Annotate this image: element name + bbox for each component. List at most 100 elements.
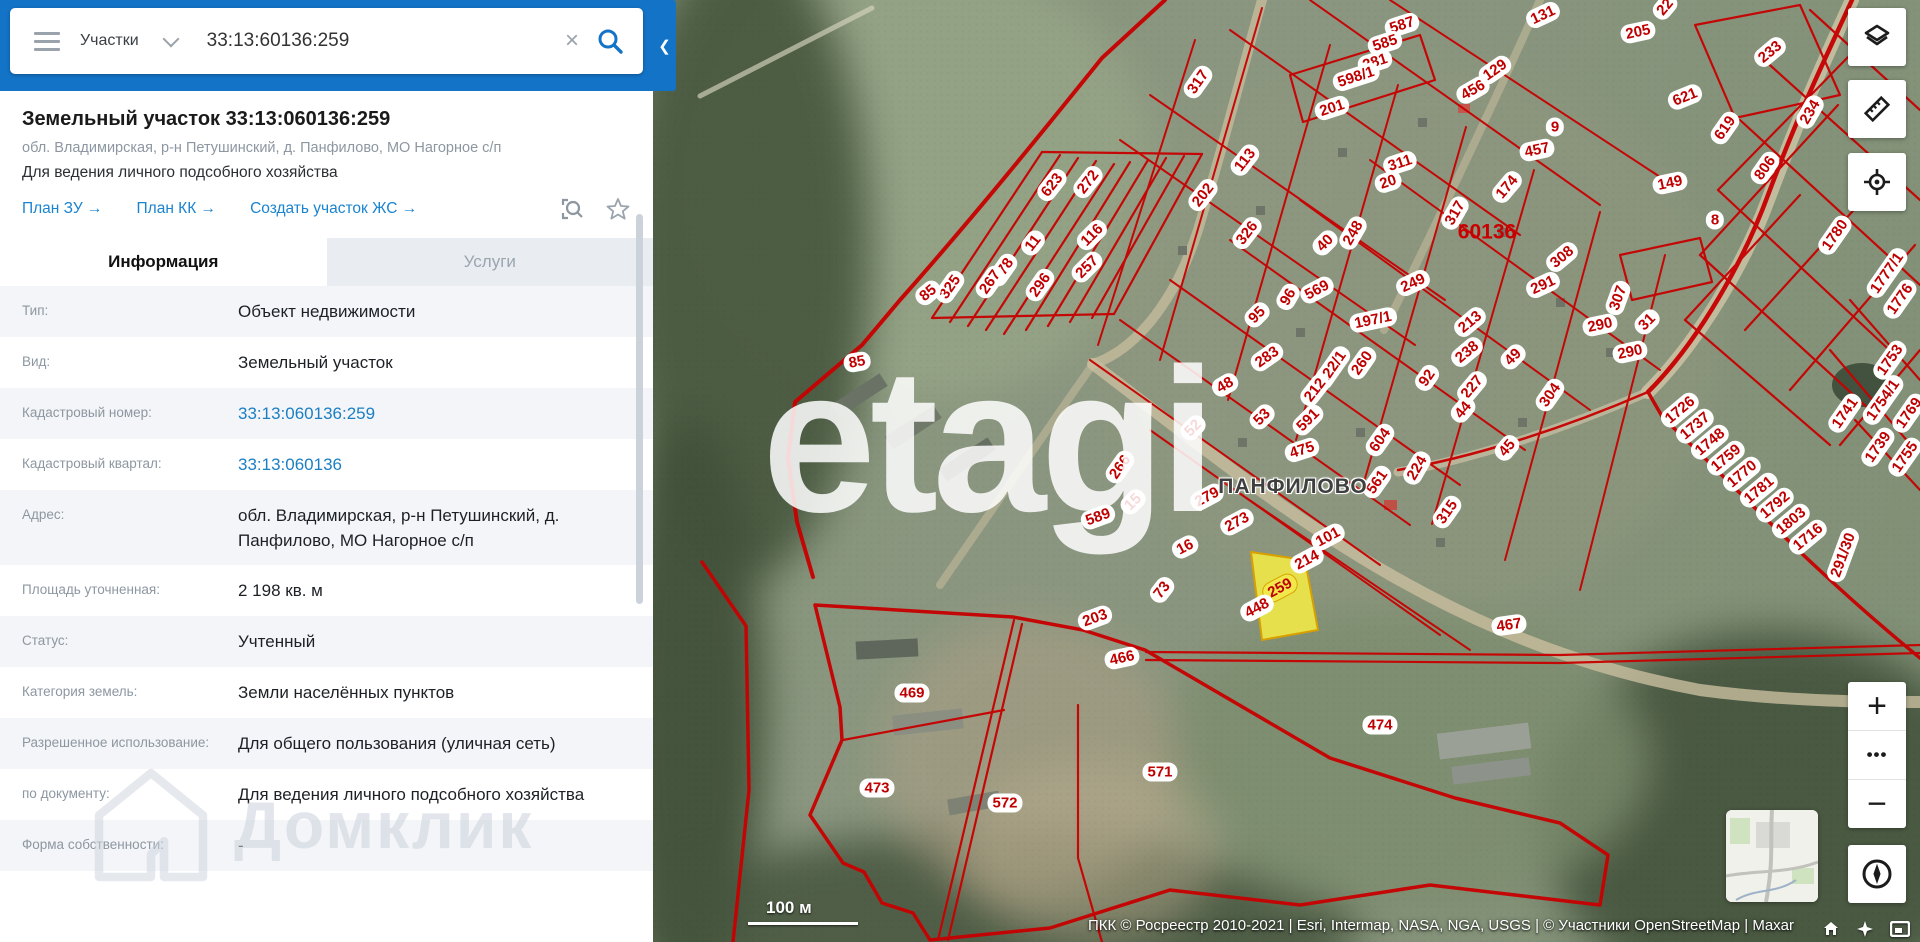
parcel-label[interactable]: 201 <box>1312 93 1352 123</box>
parcel-label[interactable]: 469 <box>894 683 930 703</box>
parcel-label[interactable]: 11 <box>1017 226 1049 260</box>
parcel-label[interactable]: 149 <box>1650 170 1690 196</box>
parcel-label[interactable]: 474 <box>1362 715 1398 735</box>
parcel-label[interactable]: 174 <box>1488 167 1526 207</box>
parcel-label[interactable]: 31 <box>1630 305 1664 339</box>
parcel-label[interactable]: 249 <box>1393 266 1433 300</box>
parcel-label[interactable]: 598/1 <box>1330 60 1382 94</box>
compass-star-icon[interactable] <box>1856 920 1874 938</box>
parcel-label[interactable]: 571 <box>1142 762 1178 782</box>
zoom-to-object-icon[interactable] <box>559 196 585 222</box>
overview-minimap[interactable] <box>1726 810 1818 902</box>
parcel-label[interactable]: 326 <box>1228 213 1266 253</box>
layers-button[interactable] <box>1848 8 1906 66</box>
parcel-label[interactable]: 272 <box>1069 162 1107 202</box>
parcel-label[interactable]: 248 <box>1336 213 1370 253</box>
zoom-in-button[interactable]: + <box>1848 682 1906 731</box>
parcel-label[interactable]: 197/1 <box>1347 305 1399 335</box>
quarter-label[interactable]: 60136 <box>1458 222 1516 243</box>
search-category-dropdown[interactable]: Участки <box>80 30 180 50</box>
parcel-label[interactable]: 467 <box>1490 613 1528 637</box>
parcel-label[interactable]: 619 <box>1707 108 1743 148</box>
home-icon[interactable] <box>1822 920 1840 938</box>
action-link[interactable]: Создать участок ЖС → <box>250 200 417 218</box>
parcel-label[interactable]: 16 <box>1168 532 1202 562</box>
parcel-label[interactable]: 224 <box>1400 448 1434 488</box>
parcel-label[interactable]: 569 <box>1297 273 1337 307</box>
parcel-label[interactable]: 291 <box>1523 268 1563 302</box>
parcel-label[interactable]: 96 <box>1273 280 1303 314</box>
parcel-label[interactable]: 604 <box>1362 420 1398 460</box>
parcel-label[interactable]: 202 <box>1184 175 1222 215</box>
zoom-levels-button[interactable]: ••• <box>1848 731 1906 780</box>
parcel-label[interactable]: 131 <box>1523 0 1563 32</box>
parcel-label[interactable]: 1780 <box>1814 211 1856 259</box>
parcel-label[interactable]: 457 <box>1517 137 1557 163</box>
parcel-label[interactable]: 1741 <box>1824 389 1866 437</box>
parcel-label[interactable]: 572 <box>987 793 1023 813</box>
parcel-label[interactable]: 8 <box>1705 210 1725 230</box>
measure-button[interactable] <box>1848 80 1906 138</box>
parcel-label[interactable]: 266 <box>1102 447 1138 487</box>
parcel-label[interactable]: 49 <box>1496 340 1530 374</box>
clear-search-icon[interactable]: × <box>565 29 579 53</box>
parcel-label[interactable]: 203 <box>1075 603 1115 633</box>
parcel-label[interactable]: 52 <box>1176 411 1210 445</box>
parcel-label[interactable]: 238 <box>1447 333 1487 371</box>
zoom-out-button[interactable]: − <box>1848 780 1906 828</box>
parcel-label[interactable]: 304 <box>1532 375 1568 415</box>
parcel-label[interactable]: 283 <box>1247 339 1287 375</box>
parcel-label[interactable]: 317 <box>1180 62 1216 102</box>
menu-icon[interactable] <box>34 27 60 56</box>
parcel-label[interactable]: 621 <box>1665 81 1705 113</box>
panel-scrollbar[interactable] <box>636 214 643 604</box>
parcel-label[interactable]: 113 <box>1226 140 1264 180</box>
tab-услуги[interactable]: Услуги <box>326 238 653 286</box>
parcel-label[interactable]: 95 <box>1240 298 1274 332</box>
row-value[interactable]: 33:13:060136 <box>218 439 653 490</box>
parcel-label[interactable]: 233 <box>1750 33 1790 71</box>
parcel-label[interactable]: 45 <box>1491 431 1523 465</box>
parcel-label[interactable]: 85 <box>842 350 872 374</box>
parcel-label[interactable]: 48 <box>1208 370 1242 400</box>
action-link[interactable]: План КК → <box>137 200 217 218</box>
parcel-label[interactable]: 290 <box>1610 339 1650 365</box>
parcel-label[interactable]: 290 <box>1580 312 1620 338</box>
parcel-label[interactable]: 85 <box>911 277 945 309</box>
compass-button[interactable] <box>1848 845 1906 903</box>
parcel-label[interactable]: 234 <box>1793 92 1827 132</box>
parcel-label[interactable]: 92 <box>1411 361 1443 395</box>
parcel-label[interactable]: 473 <box>859 778 895 798</box>
parcel-label[interactable]: 308 <box>1542 238 1582 276</box>
parcel-label[interactable]: 15 <box>1116 485 1150 519</box>
parcel-label[interactable]: 213 <box>1450 303 1490 341</box>
parcel-label[interactable]: 589 <box>1078 502 1118 532</box>
search-icon[interactable] <box>595 26 625 56</box>
parcel-label[interactable]: 53 <box>1245 400 1279 434</box>
parcel-label[interactable]: 623 <box>1033 165 1071 205</box>
search-input[interactable] <box>204 29 565 53</box>
parcel-label[interactable]: 73 <box>1146 573 1178 607</box>
parcel-label[interactable]: 257 <box>1067 247 1107 287</box>
parcel-label[interactable]: 315 <box>1429 492 1465 532</box>
favorite-star-icon[interactable] <box>605 196 631 222</box>
parcel-label[interactable]: 291/30 <box>1824 525 1862 585</box>
parcel-label[interactable]: 296 <box>1022 265 1058 305</box>
row-value[interactable]: 33:13:060136:259 <box>218 388 653 439</box>
parcel-label[interactable]: 466 <box>1102 645 1142 671</box>
parcel-label[interactable]: 273 <box>1217 505 1257 539</box>
parcel-label[interactable]: 116 <box>1073 216 1111 254</box>
parcel-label[interactable]: 307 <box>1603 278 1633 318</box>
parcel-label[interactable]: 475 <box>1282 435 1322 465</box>
my-location-button[interactable] <box>1848 153 1906 211</box>
parcel-label[interactable]: 806 <box>1747 148 1783 188</box>
collapse-panel-button[interactable]: ❮ <box>653 0 676 91</box>
parcel-label[interactable]: 205 <box>1618 19 1658 45</box>
parcel-label[interactable]: 22 <box>1649 0 1681 24</box>
parcel-label[interactable]: 9 <box>1545 117 1565 137</box>
parcel-label[interactable]: 591 <box>1288 400 1328 440</box>
fullscreen-icon[interactable] <box>1890 921 1910 937</box>
parcel-label[interactable]: 40 <box>1308 226 1342 260</box>
action-link[interactable]: План ЗУ → <box>22 200 103 218</box>
tab-информация[interactable]: Информация <box>0 238 327 286</box>
